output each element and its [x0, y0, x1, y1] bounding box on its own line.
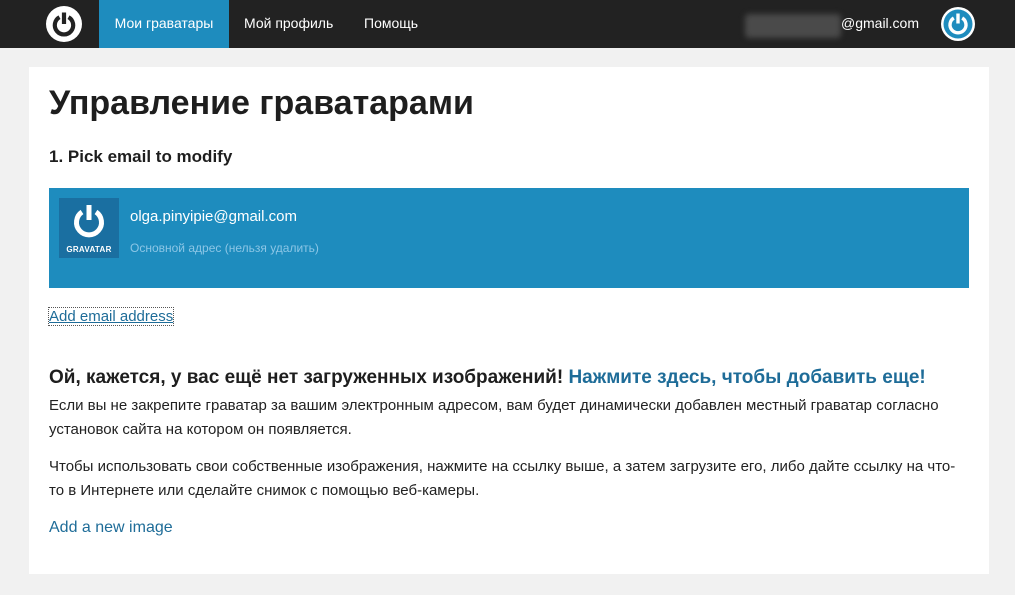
step-title: 1. Pick email to modify: [49, 147, 233, 166]
nav-tab-my-gravatars[interactable]: Мои граватары: [99, 0, 229, 48]
email-list-item[interactable]: GRAVATAR olga.pinyipie@gmail.com Основно…: [49, 188, 969, 288]
email-address: olga.pinyipie@gmail.com: [130, 208, 297, 225]
top-navigation-bar: Мои граватары Мой профиль Помощь @gmail.…: [0, 0, 1015, 48]
primary-address-note: Основной адрес (нельзя удалить): [130, 241, 319, 255]
add-email-link[interactable]: Add email address: [47, 307, 175, 326]
add-images-cta-link[interactable]: Нажмите здесь, чтобы добавить еще!: [568, 367, 925, 388]
account-email-domain[interactable]: @gmail.com: [841, 0, 919, 46]
nav-tab-help[interactable]: Помощь: [364, 0, 418, 48]
main-panel: Управление граватарами 1. Pick email to …: [29, 67, 989, 574]
redacted-email-username: [745, 14, 841, 38]
gravatar-avatar-icon: GRAVATAR: [59, 198, 119, 258]
account-avatar-icon[interactable]: [941, 7, 975, 41]
no-images-heading: Ой, кажется, у вас ещё нет загруженных и…: [49, 367, 926, 389]
gravatar-label: GRAVATAR: [66, 245, 112, 254]
page-title: Управление граватарами: [49, 84, 474, 122]
info-paragraph-own-images: Чтобы использовать свои собственные изоб…: [49, 458, 956, 499]
add-new-image-link[interactable]: Add a new image: [49, 519, 173, 537]
nav-tab-my-profile[interactable]: Мой профиль: [244, 0, 333, 48]
no-images-text: Ой, кажется, у вас ещё нет загруженных и…: [49, 367, 564, 388]
info-paragraph-default: Если вы не закрепите граватар за вашим э…: [49, 397, 939, 438]
gravatar-logo-icon[interactable]: [46, 6, 82, 42]
